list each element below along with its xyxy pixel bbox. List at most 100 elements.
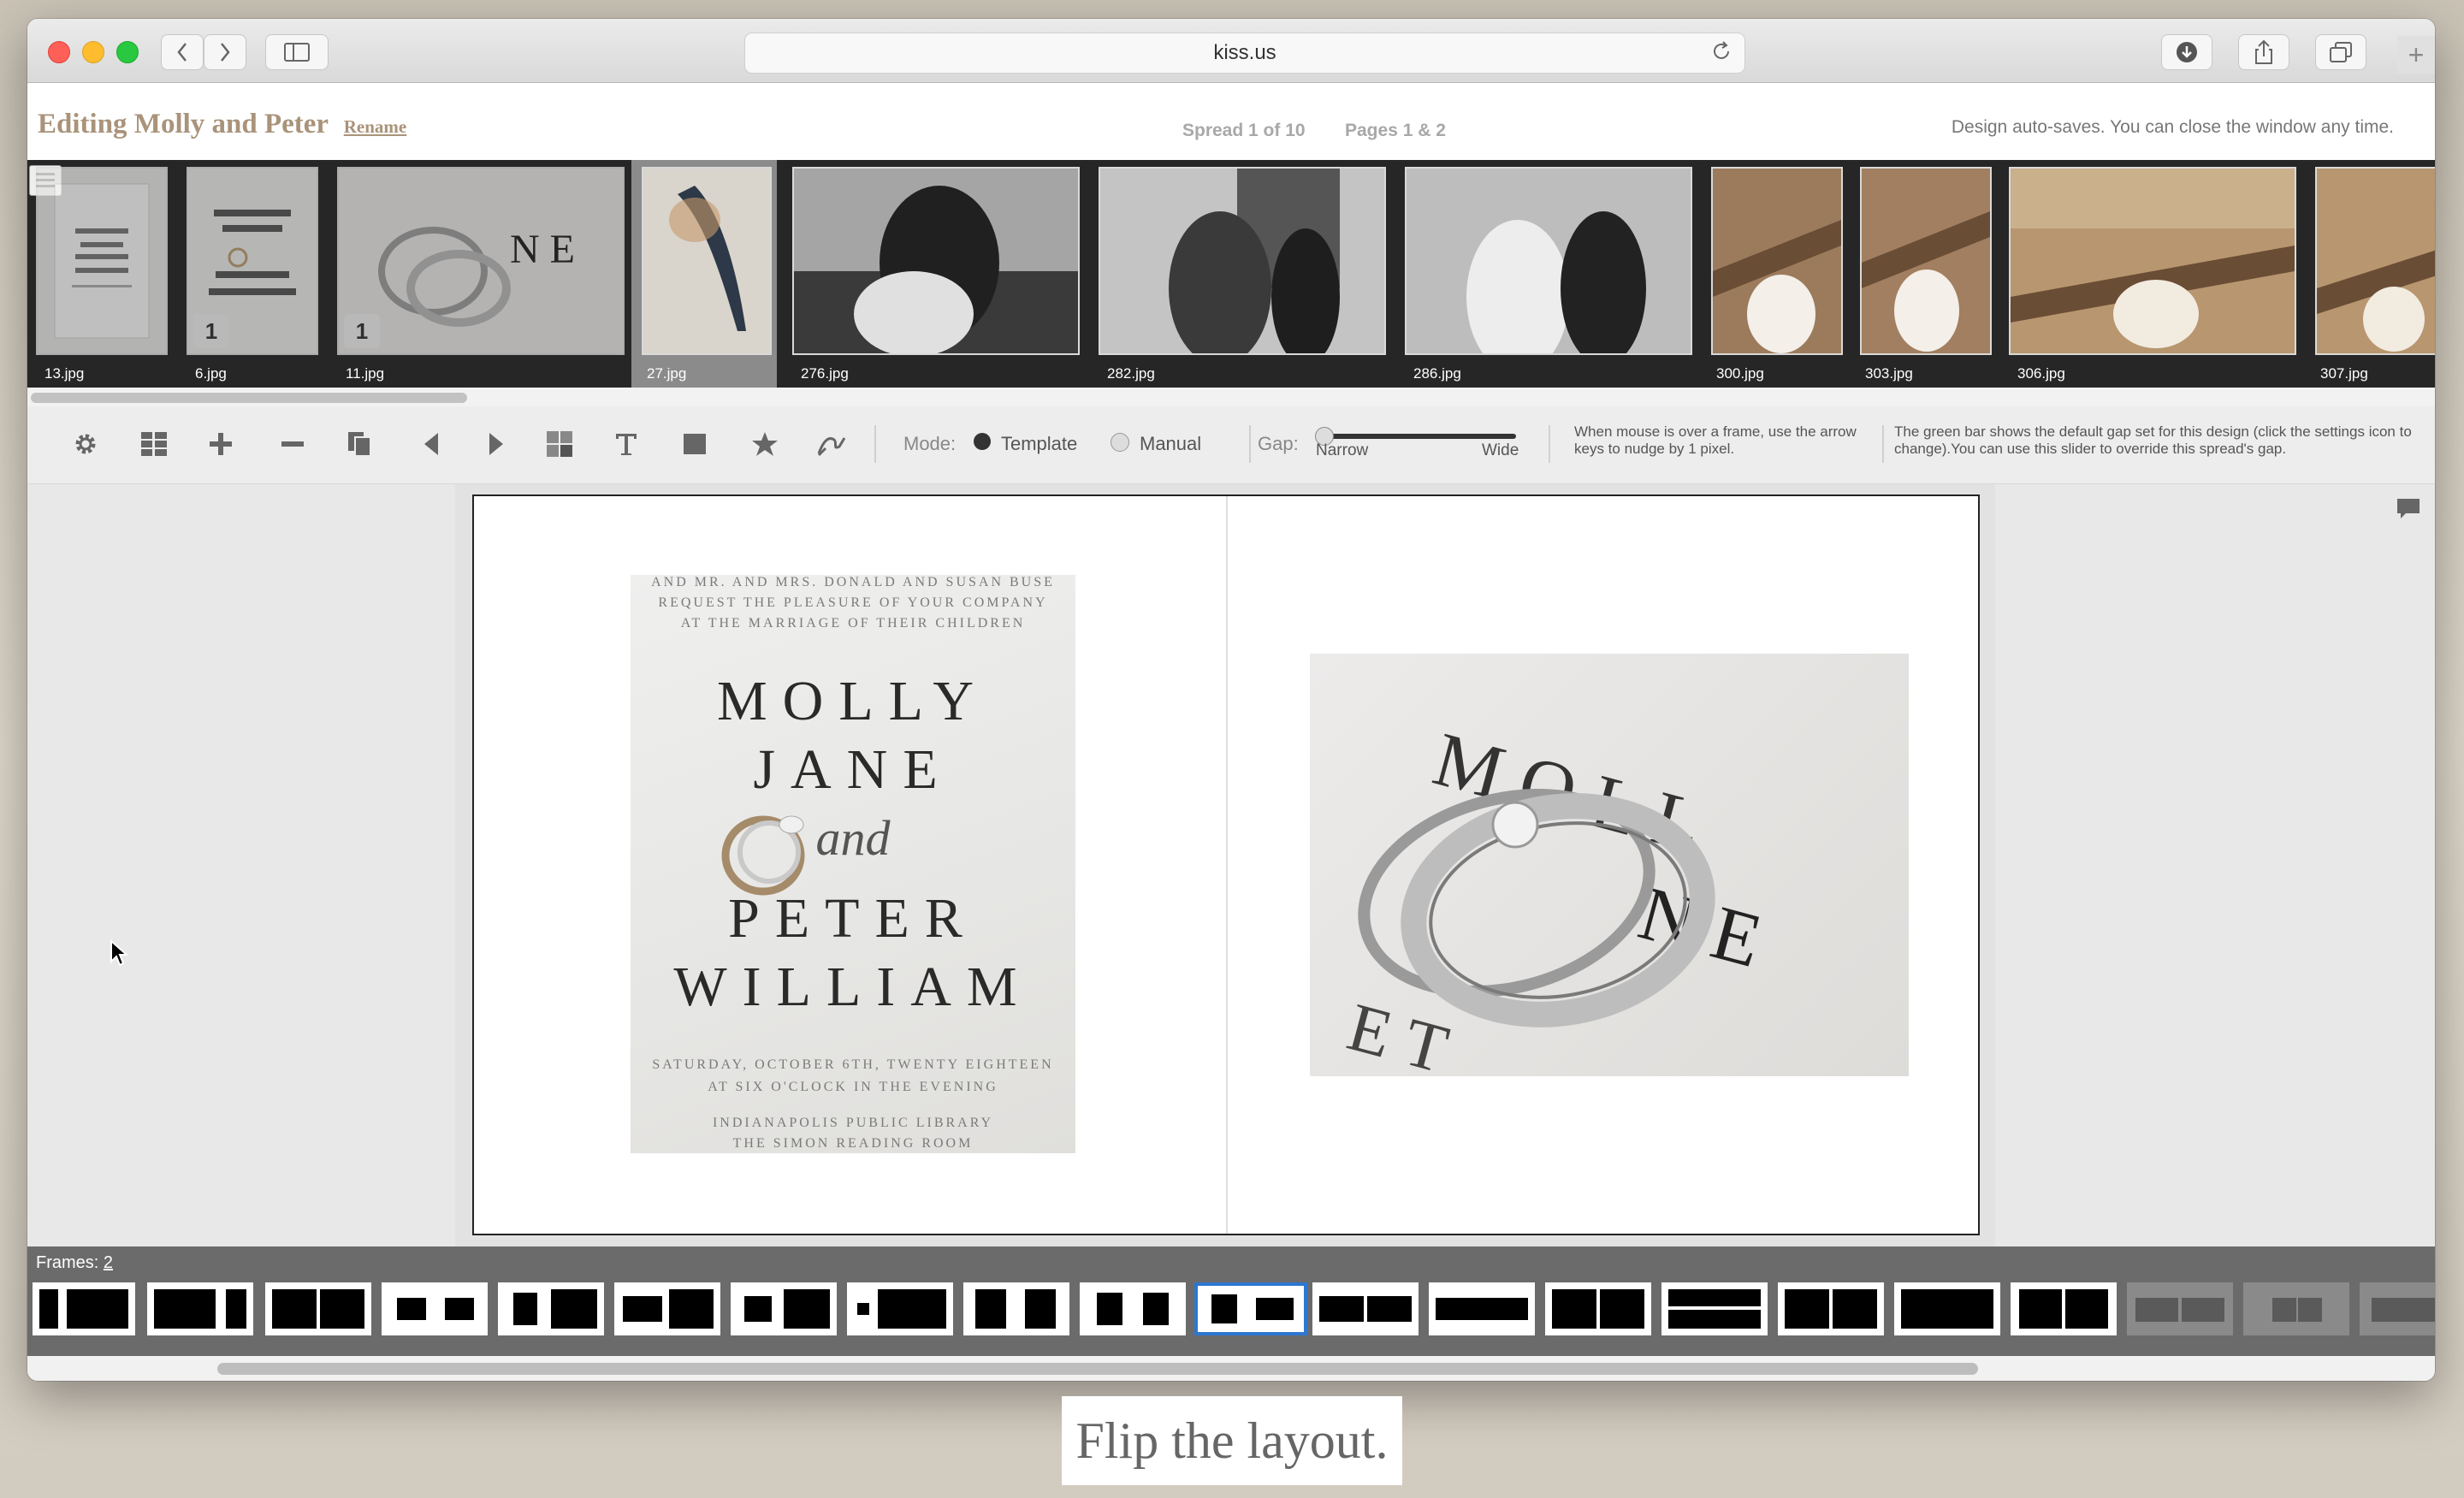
layout-option[interactable] [1312,1282,1419,1335]
photo-thumbnail[interactable]: 1 [187,167,318,355]
gap-note: The green bar shows the default gap set … [1894,423,2412,457]
layout-option[interactable] [963,1282,1069,1335]
photo-thumbnail[interactable] [2315,167,2435,355]
nudge-note: When mouse is over a frame, use the arro… [1574,423,1857,457]
settings-button[interactable] [68,427,103,461]
invitation-text: AT THE MARRIAGE OF THEIR CHILDREN [680,616,1026,631]
invitation-text: THE SIMON READING ROOM [732,1136,974,1151]
favorite-button[interactable] [748,427,782,461]
layout-option-selected[interactable] [1194,1282,1307,1335]
layout-option[interactable] [1545,1282,1651,1335]
layout-option[interactable] [147,1282,253,1335]
close-window-button[interactable] [48,41,70,63]
layout-option[interactable] [847,1282,953,1335]
photo-thumbnail[interactable] [1099,167,1386,355]
new-tab-button[interactable]: + [2397,36,2435,74]
next-spread-button[interactable] [479,427,513,461]
invitation-text: INDIANAPOLIS PUBLIC LIBRARY [712,1116,994,1130]
mode-template-radio[interactable] [974,433,991,450]
photo-thumbnail[interactable] [2009,167,2296,355]
add-spread-button[interactable] [204,427,238,461]
back-button[interactable] [161,34,204,70]
toolbar-divider [1549,425,1550,463]
page-title: Editing Molly and Peter Rename [38,109,406,140]
photo-thumbnail[interactable] [642,167,772,355]
photo-filename: 307.jpg [2320,365,2368,382]
frames-count[interactable]: 2 [104,1253,113,1272]
staircase-photo-thumbnail-image [2317,169,2435,353]
remove-spread-button[interactable] [275,427,310,461]
layout-option[interactable] [1429,1282,1535,1335]
layout-option[interactable] [2011,1282,2117,1335]
filmstrip-scrollbar[interactable] [27,388,2435,406]
mode-manual-label[interactable]: Manual [1140,433,1201,455]
photo-thumbnail[interactable] [1711,167,1843,355]
photo-filename: 282.jpg [1107,365,1155,382]
photo-filename: 13.jpg [44,365,85,382]
address-bar[interactable]: kiss.us [744,33,1745,74]
reload-icon[interactable] [1710,40,1732,62]
bw-photo-thumbnail-image [794,169,1078,353]
mode-template-label[interactable]: Template [1001,433,1077,455]
toolbar-divider [1882,425,1884,463]
layout-option[interactable] [1661,1282,1768,1335]
photo-filename: 6.jpg [195,365,227,382]
triangle-left-icon [424,433,438,455]
staircase-photo-thumbnail-image [1862,169,1990,353]
chevron-right-icon [221,43,230,62]
share-button[interactable] [2238,34,2289,70]
photo-thumbnail[interactable] [792,167,1080,355]
layout-option[interactable] [614,1282,720,1335]
invitation-photo-frame[interactable]: AND MR. AND MRS. DONALD AND SUSAN BUSE R… [631,575,1075,1153]
usage-count-badge: 1 [344,314,380,348]
layout-option[interactable] [2360,1282,2435,1335]
download-icon [2177,42,2197,62]
photo-thumbnail[interactable] [1860,167,1992,355]
photo-thumbnail[interactable]: N E 1 [337,167,625,355]
layout-option[interactable] [2243,1282,2349,1335]
tabs-overview-button[interactable] [2315,34,2366,70]
svg-text:N E: N E [510,227,575,272]
layout-option[interactable] [33,1282,135,1335]
layout-option[interactable] [265,1282,371,1335]
layout-tool-button[interactable] [542,427,577,461]
toolbar-divider [874,425,876,463]
forward-button[interactable] [204,34,246,70]
layout-option[interactable] [2127,1282,2233,1335]
maximize-window-button[interactable] [116,41,139,63]
tabs-icon [2330,42,2352,62]
downloads-button[interactable] [2161,34,2212,70]
frames-count-label: Frames: 2 [36,1253,113,1273]
title-bar: kiss.us + [27,19,2435,83]
mode-manual-radio[interactable] [1111,433,1129,452]
sidebar-toggle-button[interactable] [265,34,329,70]
gap-slider[interactable] [1319,434,1516,439]
layout-option[interactable] [498,1282,604,1335]
invitation-text: AT SIX O'CLOCK IN THE EVENING [708,1080,998,1094]
add-frame-button[interactable] [678,427,712,461]
previous-spread-button[interactable] [414,427,448,461]
comment-icon[interactable] [2396,496,2421,522]
rings-photo-image: M O L L N E E T [1340,717,1770,1076]
filmstrip-scrollbar-thumb[interactable] [31,393,467,403]
layout-option[interactable] [731,1282,837,1335]
layout-option[interactable] [382,1282,488,1335]
duplicate-spread-button[interactable] [342,427,376,461]
photo-filename: 11.jpg [346,365,385,382]
signature-button[interactable] [814,427,849,461]
add-text-button[interactable] [609,427,643,461]
photo-thumbnail[interactable] [36,167,168,355]
layout-picker-scrollbar[interactable] [27,1356,2435,1381]
rings-photo-frame[interactable]: M O L L N E E T [1310,654,1909,1076]
layout-option[interactable] [1778,1282,1884,1335]
layout-option[interactable] [1080,1282,1186,1335]
minimize-window-button[interactable] [82,41,104,63]
rename-link[interactable]: Rename [344,116,406,137]
layout-option[interactable] [1894,1282,2000,1335]
layout-picker-scrollbar-thumb[interactable] [217,1363,1978,1375]
invitation-and: and [815,810,891,866]
grid-view-button[interactable] [137,427,171,461]
photo-filename: 300.jpg [1716,365,1764,382]
layout-picker: Frames: 2 [27,1246,2435,1356]
photo-thumbnail[interactable] [1405,167,1692,355]
